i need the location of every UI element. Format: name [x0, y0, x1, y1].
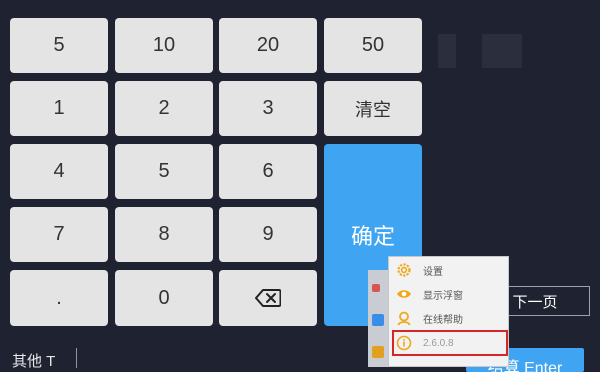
background-ghost [482, 34, 522, 68]
key-1[interactable]: 1 [10, 81, 108, 136]
background-ghost [438, 34, 456, 68]
key-dot[interactable]: . [10, 270, 108, 326]
key-7[interactable]: 7 [10, 207, 108, 262]
key-10[interactable]: 10 [115, 18, 213, 73]
support-agent-icon [395, 309, 413, 327]
key-4[interactable]: 4 [10, 144, 108, 199]
menu-item-show-float[interactable]: 显示浮窗 [395, 283, 507, 305]
divider [76, 348, 77, 368]
system-tray [368, 270, 390, 367]
numeric-keypad: 5 10 20 50 1 2 3 清空 4 5 6 确定 7 8 9 . 0 [0, 0, 430, 367]
gear-icon [395, 261, 413, 279]
speaker-icon[interactable] [372, 284, 380, 292]
key-0[interactable]: 0 [115, 270, 213, 326]
app-icon[interactable] [372, 346, 384, 358]
eye-icon [395, 285, 413, 303]
key-6[interactable]: 6 [219, 144, 317, 199]
app-icon[interactable] [372, 314, 384, 326]
key-5[interactable]: 5 [10, 18, 108, 73]
menu-item-label: 在线帮助 [423, 314, 463, 326]
key-50[interactable]: 50 [324, 18, 422, 73]
menu-item-label: 设置 [423, 266, 443, 278]
other-label[interactable]: 其他 T [12, 350, 55, 371]
menu-item-label: 显示浮窗 [423, 290, 463, 302]
key-9[interactable]: 9 [219, 207, 317, 262]
key-8[interactable]: 8 [115, 207, 213, 262]
clear-button[interactable]: 清空 [324, 81, 422, 136]
menu-item-settings[interactable]: 设置 [395, 259, 507, 281]
menu-item-help[interactable]: 在线帮助 [395, 307, 507, 329]
backspace-button[interactable] [219, 270, 317, 326]
backspace-icon [255, 289, 281, 307]
key-20[interactable]: 20 [219, 18, 317, 73]
key-5-secondary[interactable]: 5 [115, 144, 213, 199]
version-highlight-box [392, 330, 508, 356]
key-3[interactable]: 3 [219, 81, 317, 136]
key-2[interactable]: 2 [115, 81, 213, 136]
